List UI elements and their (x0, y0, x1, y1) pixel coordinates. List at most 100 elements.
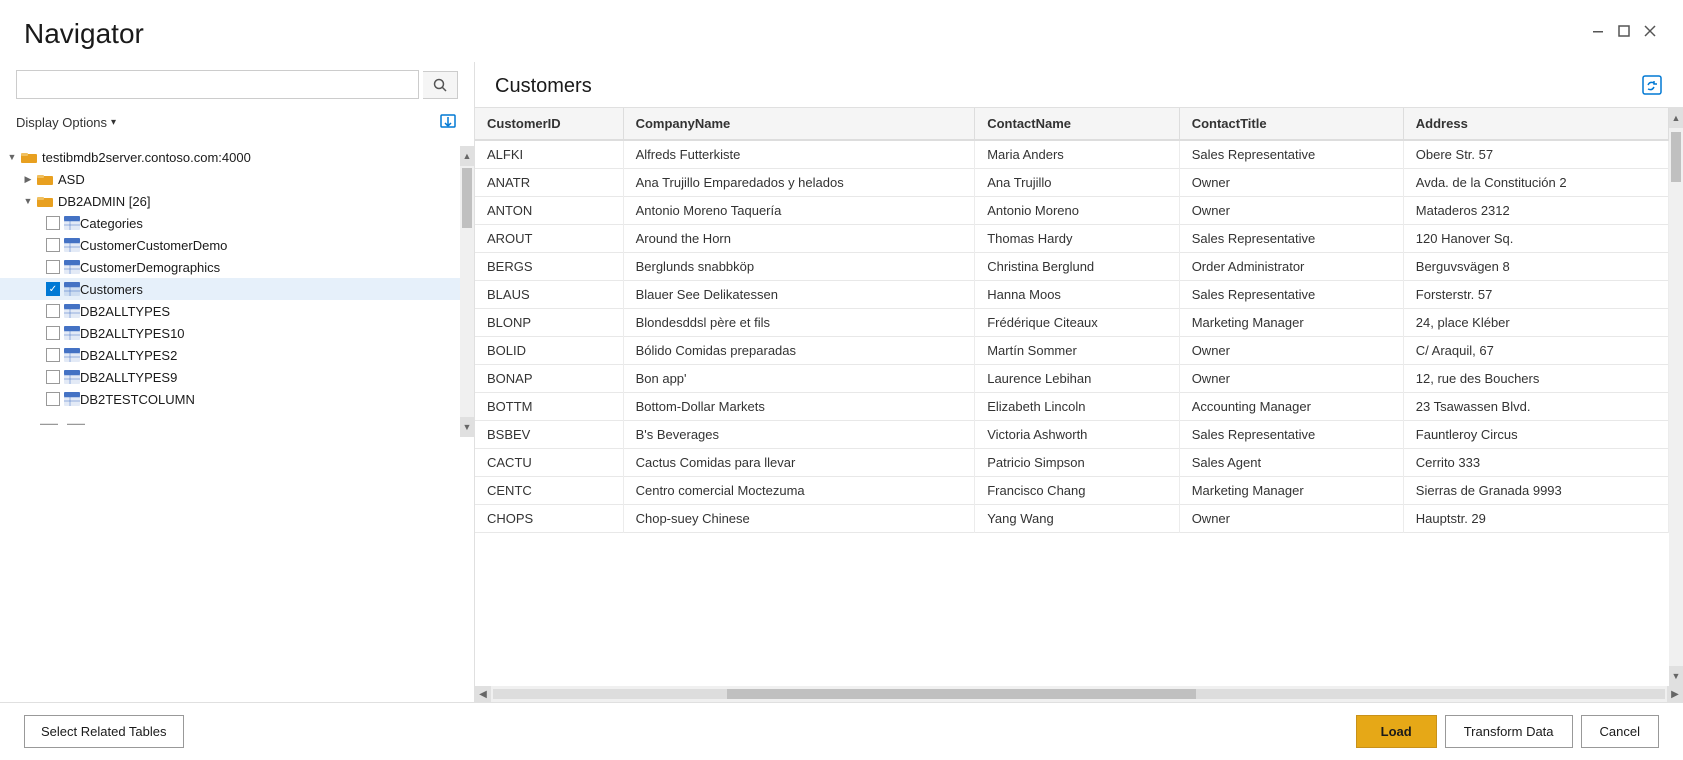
import-icon[interactable] (438, 111, 458, 134)
table-cell: Accounting Manager (1179, 393, 1403, 421)
table-cell: Elizabeth Lincoln (975, 393, 1179, 421)
table-cell: Francisco Chang (975, 477, 1179, 505)
checkbox-customers[interactable]: ✓ (46, 282, 60, 296)
tree-item-db2alltypes2[interactable]: DB2ALLTYPES2 (0, 344, 460, 366)
checkbox-db2alltypes[interactable] (46, 304, 60, 318)
tree-item-customerDemographics[interactable]: CustomerDemographics (0, 256, 460, 278)
table-row: ANTONAntonio Moreno TaqueríaAntonio More… (475, 197, 1669, 225)
table-cell: Sales Representative (1179, 140, 1403, 169)
checkbox-db2alltypes2[interactable] (46, 348, 60, 362)
maximize-button[interactable] (1615, 22, 1633, 40)
table-cell: B's Beverages (623, 421, 975, 449)
main-content: Display Options ▾ ▼ (0, 62, 1683, 702)
checkbox-categories[interactable] (46, 216, 60, 230)
table-cell: CHOPS (475, 505, 623, 533)
table-h-scrollbar[interactable]: ◀ ▶ (475, 686, 1683, 702)
table-row: BONAPBon app'Laurence LebihanOwner12, ru… (475, 365, 1669, 393)
close-button[interactable] (1641, 22, 1659, 40)
data-table-container: CustomerID CompanyName ContactName Conta… (475, 108, 1683, 702)
tree-item-categories[interactable]: Categories (0, 212, 460, 234)
transform-data-button[interactable]: Transform Data (1445, 715, 1573, 748)
checkbox-customerDemographics[interactable] (46, 260, 60, 274)
col-contactname: ContactName (975, 108, 1179, 140)
tree-area: ▼ testibmdb2server.contoso.com:4000 ▶ (0, 142, 474, 702)
table-cell: Obere Str. 57 (1403, 140, 1668, 169)
table-scroll-down-button[interactable]: ▼ (1669, 666, 1683, 686)
checkbox-customerCustomerDemo[interactable] (46, 238, 60, 252)
table-cell: Victoria Ashworth (975, 421, 1179, 449)
table-cell: Sales Representative (1179, 281, 1403, 309)
table-scroll-up-button[interactable]: ▲ (1669, 108, 1683, 128)
table-cell: Martín Sommer (975, 337, 1179, 365)
col-address: Address (1403, 108, 1668, 140)
table-icon-db2alltypes9 (64, 370, 80, 384)
table-cell: 23 Tsawassen Blvd. (1403, 393, 1668, 421)
scroll-up-button[interactable]: ▲ (460, 146, 474, 166)
table-h-scroll-thumb[interactable] (727, 689, 1196, 699)
select-related-tables-button[interactable]: Select Related Tables (24, 715, 184, 748)
table-header-row: CustomerID CompanyName ContactName Conta… (475, 108, 1669, 140)
tree-item-customerCustomerDemo[interactable]: CustomerCustomerDemo (0, 234, 460, 256)
table-cell: Around the Horn (623, 225, 975, 253)
data-title: Customers (495, 75, 592, 98)
table-icon-db2testcolumn (64, 392, 80, 406)
table-cell: Patricio Simpson (975, 449, 1179, 477)
table-cell: Order Administrator (1179, 253, 1403, 281)
tree-item-db2testcolumn[interactable]: DB2TESTCOLUMN (0, 388, 460, 410)
cancel-button[interactable]: Cancel (1581, 715, 1659, 748)
table-cell: BLONP (475, 309, 623, 337)
table-cell: BLAUS (475, 281, 623, 309)
tree-item-db2alltypes10[interactable]: DB2ALLTYPES10 (0, 322, 460, 344)
customerDemographics-label: CustomerDemographics (80, 260, 220, 275)
display-options-button[interactable]: Display Options ▾ (16, 115, 116, 130)
table-scroll-right-button[interactable]: ▶ (1667, 686, 1683, 702)
table-cell: Hanna Moos (975, 281, 1179, 309)
table-v-scrollbar[interactable]: ▲ ▼ (1669, 108, 1683, 686)
search-area (0, 62, 474, 107)
table-icon-categories (64, 216, 80, 230)
table-row: BOTTMBottom-Dollar MarketsElizabeth Linc… (475, 393, 1669, 421)
customers-label: Customers (80, 282, 143, 297)
table-cell: Antonio Moreno Taquería (623, 197, 975, 225)
bottom-right-buttons: Load Transform Data Cancel (1356, 715, 1659, 748)
table-icon-customers (64, 282, 80, 296)
db2alltypes2-label: DB2ALLTYPES2 (80, 348, 177, 363)
tree-item-db2alltypes9[interactable]: DB2ALLTYPES9 (0, 366, 460, 388)
refresh-button[interactable] (1641, 74, 1663, 99)
tree-content: ▼ testibmdb2server.contoso.com:4000 ▶ (0, 146, 460, 437)
load-button[interactable]: Load (1356, 715, 1437, 748)
tree-item-server[interactable]: ▼ testibmdb2server.contoso.com:4000 (0, 146, 460, 168)
table-cell: Marketing Manager (1179, 309, 1403, 337)
db2admin-folder-icon (36, 194, 54, 208)
search-button[interactable] (423, 71, 458, 99)
table-row: BSBEVB's BeveragesVictoria AshworthSales… (475, 421, 1669, 449)
table-icon-db2alltypes (64, 304, 80, 318)
table-cell: Antonio Moreno (975, 197, 1179, 225)
checkbox-db2alltypes9[interactable] (46, 370, 60, 384)
table-scroll-left-button[interactable]: ◀ (475, 686, 491, 702)
scroll-thumb[interactable] (462, 168, 472, 228)
tree-item-customers[interactable]: ✓ Customers (0, 278, 460, 300)
scroll-down-button[interactable]: ▼ (460, 417, 474, 437)
checkbox-db2testcolumn[interactable] (46, 392, 60, 406)
table-cell: Ana Trujillo (975, 169, 1179, 197)
table-row: CACTUCactus Comidas para llevarPatricio … (475, 449, 1669, 477)
table-cell: Fauntleroy Circus (1403, 421, 1668, 449)
table-cell: Laurence Lebihan (975, 365, 1179, 393)
table-cell: Berglunds snabbköp (623, 253, 975, 281)
col-companyname: CompanyName (623, 108, 975, 140)
table-cell: Blondesddsl père et fils (623, 309, 975, 337)
table-icon-customerCustomerDemo (64, 238, 80, 252)
table-scroll-area: CustomerID CompanyName ContactName Conta… (475, 108, 1683, 686)
minimize-button[interactable] (1589, 22, 1607, 40)
table-cell: Sales Agent (1179, 449, 1403, 477)
dropdown-arrow-icon: ▾ (111, 117, 116, 128)
tree-item-db2alltypes[interactable]: DB2ALLTYPES (0, 300, 460, 322)
table-cell: Christina Berglund (975, 253, 1179, 281)
table-scroll-thumb[interactable] (1671, 132, 1681, 182)
checkbox-db2alltypes10[interactable] (46, 326, 60, 340)
tree-scrollbar[interactable]: ▲ ▼ (460, 146, 474, 437)
tree-item-asd[interactable]: ▶ ASD (0, 168, 460, 190)
tree-item-db2admin[interactable]: ▼ DB2ADMIN [26] (0, 190, 460, 212)
search-input[interactable] (16, 70, 419, 99)
